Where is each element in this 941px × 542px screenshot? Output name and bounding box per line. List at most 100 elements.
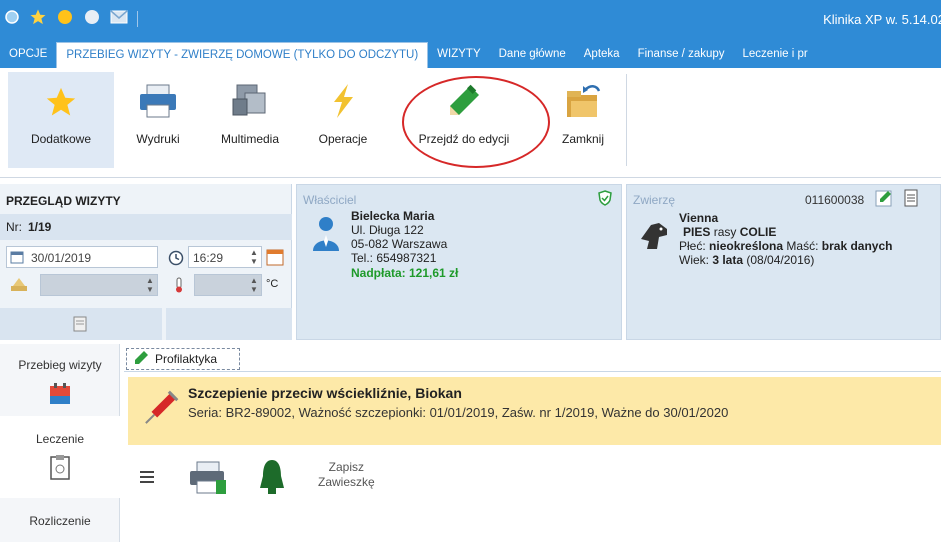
tab-opcje[interactable]: OPCJE — [0, 40, 56, 68]
vaccination-details: Seria: BR2-89002, Ważność szczepionki: 0… — [188, 405, 729, 420]
bell-icon[interactable] — [258, 458, 286, 499]
dodatkowe-label: Dodatkowe — [30, 132, 92, 146]
przejdz-do-edycji-button[interactable]: Przejdź do edycji — [404, 72, 524, 168]
edit-pencil-icon[interactable] — [875, 189, 893, 210]
tab-przebieg-wizyty[interactable]: PRZEBIEG WIZYTY - ZWIERZĘ DOMOWE (TYLKO … — [56, 42, 429, 68]
zamknij-label: Zamknij — [561, 132, 604, 146]
left-navigation: Przebieg wizyty Leczenie Rozliczenie — [0, 344, 120, 542]
pet-id: 011600038 — [805, 193, 865, 207]
calendar-button-icon[interactable] — [266, 248, 284, 269]
clipboard-icon — [49, 454, 71, 483]
close-folder-icon — [563, 81, 603, 122]
vaccination-card[interactable]: Szczepienie przeciw wściekliźnie, Biokan… — [128, 377, 941, 445]
notes-icon[interactable] — [72, 316, 88, 335]
vaccination-title: Szczepienie przeciw wściekliźnie, Biokan — [188, 385, 462, 401]
nav-leczenie[interactable]: Leczenie — [0, 416, 120, 498]
pet-sex-coat: Płeć: nieokreślona Maść: brak danych — [679, 239, 892, 253]
nav-przebieg-wizyty-label: Przebieg wizyty — [18, 358, 102, 372]
owner-phone: Tel.: 654987321 — [351, 251, 437, 265]
pet-breed-label: rasy — [713, 225, 737, 239]
action-bar: Zapisz Zawieszkę — [128, 452, 528, 512]
pencil-icon — [446, 83, 482, 122]
operacje-button[interactable]: Operacje — [310, 72, 376, 168]
visit-panel: PRZEGLĄD WIZYTY Nr: 1/19 30/01/2019 16:2… — [0, 184, 292, 340]
temperature-spinner[interactable]: ▲ ▼ — [249, 276, 259, 294]
tab-profilaktyka[interactable]: Profilaktyka — [126, 348, 240, 370]
quick-access-toolbar — [4, 8, 138, 29]
document-icon[interactable] — [903, 189, 919, 210]
owner-street: Ul. Długa 122 — [351, 223, 424, 237]
person-icon — [311, 215, 341, 254]
pet-species: PIES — [683, 225, 711, 239]
multimedia-button[interactable]: Multimedia — [208, 72, 292, 168]
toolbar-divider — [137, 10, 138, 27]
owner-city: 05-082 Warszawa — [351, 237, 448, 251]
visit-footer-left — [0, 308, 162, 340]
save-tag-line2: Zawieszkę — [318, 475, 375, 489]
zamknij-button[interactable]: Zamknij — [552, 72, 614, 168]
date-value: 30/01/2019 — [31, 251, 92, 265]
pet-breed: COLIE — [739, 225, 777, 239]
print-icon[interactable] — [188, 460, 228, 499]
star-icon — [44, 85, 78, 122]
save-tag-line1: Zapisz — [328, 460, 365, 474]
pet-title: Zwierzę — [633, 193, 676, 207]
owner-name: Bielecka Maria — [351, 209, 435, 223]
title-bar: Klinika XP w. 5.14.02 — [0, 0, 941, 40]
pet-species-breed: PIES rasy COLIE — [683, 225, 776, 239]
thermometer-icon — [174, 277, 184, 296]
dog-icon — [637, 219, 671, 256]
time-spinner[interactable]: ▲ ▼ — [249, 248, 259, 266]
owner-title: Właściciel — [303, 193, 357, 207]
mail-icon[interactable] — [110, 10, 128, 27]
multimedia-label: Multimedia — [220, 132, 280, 146]
tab-dane-glowne[interactable]: Dane główne — [490, 40, 575, 68]
content-divider — [124, 371, 941, 372]
ribbon: Dodatkowe Wydruki Multimedia Operacje Pr… — [0, 68, 941, 178]
temperature-field[interactable]: ▲ ▼ — [194, 274, 262, 296]
tab-profilaktyka-label: Profilaktyka — [155, 352, 218, 366]
nav-rozliczenie-label: Rozliczenie — [29, 514, 91, 528]
pet-name: Vienna — [679, 211, 719, 225]
app-icon[interactable] — [4, 9, 20, 28]
visit-footer-right — [166, 308, 292, 340]
time-field[interactable]: 16:29 ▲ ▼ — [188, 246, 262, 268]
wydruki-button[interactable]: Wydruki — [126, 72, 190, 168]
visit-number: 1/19 — [28, 220, 52, 234]
pet-age: Wiek: 3 lata (08/04/2016) — [679, 253, 814, 267]
visit-calendar-icon — [48, 382, 72, 409]
tab-apteka[interactable]: Apteka — [575, 40, 629, 68]
przejdz-do-edycji-label: Przejdź do edycji — [418, 132, 510, 146]
nav-leczenie-label: Leczenie — [35, 432, 85, 446]
time-value: 16:29 — [193, 251, 224, 265]
multimedia-icon — [231, 83, 269, 122]
dodatkowe-button[interactable]: Dodatkowe — [8, 72, 114, 168]
pencil-icon — [133, 350, 149, 369]
tab-finanse[interactable]: Finanse / zakupy — [629, 40, 734, 68]
owner-balance: Nadpłata: 121,61 zł — [351, 266, 459, 280]
printer-icon — [138, 83, 178, 122]
visit-number-row: Nr: 1/19 — [0, 214, 292, 240]
weight-spinner[interactable]: ▲ ▼ — [145, 276, 155, 294]
date-field[interactable]: 30/01/2019 — [6, 246, 158, 268]
ribbon-divider — [626, 74, 627, 166]
pet-birth: (08/04/2016) — [746, 253, 815, 267]
star-icon[interactable] — [29, 8, 47, 29]
save-tag-button[interactable]: Zapisz Zawieszkę — [318, 460, 375, 490]
syringe-icon — [140, 387, 180, 434]
tab-leczenie[interactable]: Leczenie i pr — [734, 40, 817, 68]
nav-przebieg-wizyty[interactable]: Przebieg wizyty — [0, 358, 120, 409]
tab-wizyty[interactable]: WIZYTY — [428, 40, 489, 68]
weight-field[interactable]: ▲ ▼ — [40, 274, 158, 296]
window-title: Klinika XP w. 5.14.02 — [823, 12, 941, 27]
wydruki-label: Wydruki — [136, 132, 180, 146]
shield-icon[interactable] — [597, 190, 613, 209]
circle-icon[interactable] — [83, 8, 101, 29]
scale-icon — [10, 276, 28, 295]
menu-icon[interactable] — [140, 470, 154, 487]
operacje-label: Operacje — [318, 132, 368, 146]
pet-coat-label: Maść: — [786, 239, 819, 253]
sun-icon[interactable] — [56, 8, 74, 29]
nav-rozliczenie[interactable]: Rozliczenie — [0, 514, 120, 528]
owner-panel: Właściciel Bielecka Maria Ul. Długa 122 … — [296, 184, 622, 340]
